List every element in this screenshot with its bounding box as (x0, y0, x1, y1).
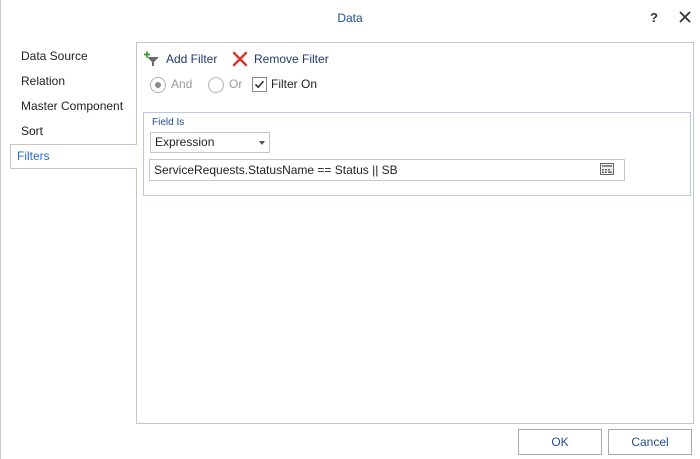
sidebar-item-master-component[interactable]: Master Component (10, 94, 136, 119)
add-filter-label: Add Filter (166, 52, 218, 66)
chevron-down-icon (259, 141, 265, 145)
and-radio-dot (155, 82, 161, 88)
ok-button[interactable]: OK (518, 429, 602, 455)
filters-panel: Add Filter Remove Filter And Or Filter O… (136, 42, 694, 424)
close-icon[interactable] (676, 8, 694, 26)
remove-filter-label: Remove Filter (254, 52, 329, 66)
sidebar-item-relation[interactable]: Relation (10, 69, 136, 94)
field-type-value: Expression (155, 135, 215, 149)
funnel-plus-icon (144, 51, 159, 66)
sidebar-item-sort[interactable]: Sort (10, 119, 136, 144)
filter-on-label: Filter On (271, 77, 318, 91)
expression-editor-icon[interactable] (600, 163, 614, 175)
checkbox-box (252, 77, 267, 92)
and-radio-circle (150, 77, 166, 93)
filter-condition-group: Field Is Expression (143, 112, 691, 196)
checkmark-icon (254, 80, 265, 89)
expression-input[interactable] (149, 159, 625, 181)
cancel-button[interactable]: Cancel (608, 429, 692, 455)
and-label: And (171, 77, 193, 91)
or-label: Or (229, 77, 243, 91)
field-is-label: Field Is (152, 117, 185, 128)
field-type-select[interactable]: Expression (150, 132, 270, 153)
sidebar-nav: Data Source Relation Master Component So… (10, 44, 137, 169)
window-left-edge (0, 0, 1, 459)
window-title: Data (337, 11, 363, 25)
help-icon[interactable]: ? (650, 10, 658, 25)
sidebar-item-data-source[interactable]: Data Source (10, 44, 136, 69)
or-radio-circle (208, 77, 224, 93)
red-x-icon (232, 51, 248, 67)
title-bar: Data ? (0, 0, 700, 36)
sidebar-item-filters[interactable]: Filters (10, 144, 137, 169)
